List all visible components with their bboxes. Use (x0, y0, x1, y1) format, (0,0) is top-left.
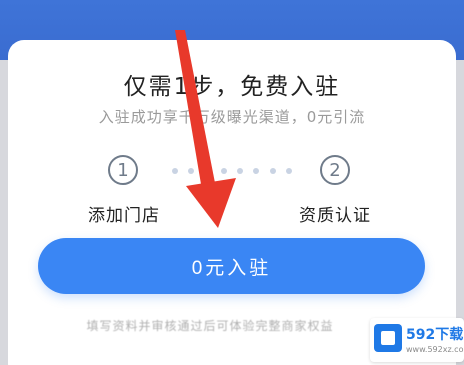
connector-dot (237, 168, 244, 174)
connector-dot (172, 168, 178, 174)
watermark-logo-icon (374, 324, 402, 352)
connector-dot (204, 168, 211, 174)
footnote-text: 填写资料并审核通过后可体验完整商家权益 (86, 319, 334, 333)
connector-dot (188, 168, 195, 174)
connector-dot (220, 168, 227, 174)
free-join-button[interactable]: 0元入驻 (38, 238, 425, 294)
step-2-label: 资质认证 (299, 206, 371, 226)
step-1-badge: 1 (108, 155, 138, 185)
step-1-label: 添加门店 (88, 206, 160, 226)
site-watermark: 592下载网 www.592xz.com (370, 318, 464, 362)
connector-dot (285, 168, 292, 174)
watermark-url: www.592xz.com (406, 345, 464, 354)
subtitle: 入驻成功享千万级曝光渠道，0元引流 (98, 108, 366, 126)
step-2-number: 2 (329, 159, 341, 181)
step-2-badge: 2 (320, 155, 350, 185)
page-title: 仅需1步，免费入驻 (123, 74, 341, 100)
connector-dot (253, 168, 260, 174)
step-connector (172, 168, 292, 174)
step-1-number: 1 (117, 159, 129, 181)
connector-dot (269, 168, 276, 174)
watermark-title: 592下载网 (406, 327, 464, 343)
